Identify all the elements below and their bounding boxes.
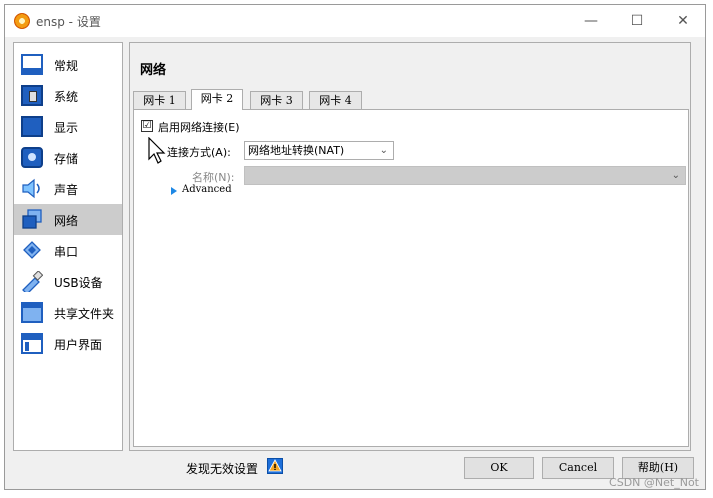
sidebar-item-audio[interactable]: 声音 (14, 173, 122, 204)
close-button[interactable]: ✕ (660, 5, 706, 37)
sidebar-item-serial-ports[interactable]: 串口 (14, 235, 122, 266)
sidebar-item-user-interface[interactable]: 用户界面 (14, 328, 122, 359)
user-interface-icon (21, 333, 43, 354)
maximize-button[interactable]: ☐ (614, 5, 660, 37)
sidebar-item-label: 声音 (54, 183, 79, 197)
sidebar-item-label: 网络 (54, 214, 79, 228)
sidebar-item-usb[interactable]: USB设备 (14, 266, 122, 297)
watermark-text: CSDN @Net_Not (609, 476, 699, 489)
sidebar-item-label: 系统 (54, 90, 79, 104)
enable-network-label: 启用网络连接(E) (158, 121, 240, 134)
ok-button[interactable]: OK (464, 457, 534, 479)
attached-to-select[interactable]: 网络地址转换(NAT) ⌄ (244, 141, 394, 160)
settings-sidebar: 常规 系统 显示 存储 声音 网络 串口 USB设备 共享文件夹 用户界面 (13, 42, 123, 451)
window-title: ensp - 设置 (36, 15, 101, 29)
usb-icon (21, 270, 44, 295)
sidebar-item-shared-folders[interactable]: 共享文件夹 (14, 297, 122, 328)
sidebar-item-label: 常规 (54, 59, 79, 73)
sidebar-item-storage[interactable]: 存储 (14, 142, 122, 173)
page-title: 网络 (140, 63, 167, 78)
display-icon (21, 116, 43, 137)
sidebar-item-system[interactable]: 系统 (14, 80, 122, 111)
attached-to-label: 连接方式(A): (167, 146, 231, 159)
settings-window: ensp - 设置 — ☐ ✕ 常规 系统 显示 存储 声音 网络 串口 USB… (4, 4, 706, 490)
tab-adapter-4[interactable]: 网卡 4 (309, 91, 362, 109)
sidebar-item-general[interactable]: 常规 (14, 49, 122, 80)
mouse-cursor-icon (148, 137, 166, 164)
tab-adapter-3[interactable]: 网卡 3 (250, 91, 303, 109)
expand-arrow-icon[interactable] (171, 187, 177, 195)
name-select[interactable]: ⌄ (244, 166, 686, 185)
sidebar-item-label: 显示 (54, 121, 79, 135)
attached-to-value: 网络地址转换(NAT) (248, 144, 345, 157)
tab-adapter-1[interactable]: 网卡 1 (133, 91, 186, 109)
invalid-settings-label: 发现无效设置 (186, 462, 259, 476)
sidebar-item-label: 用户界面 (54, 338, 103, 352)
app-icon (14, 13, 30, 29)
general-icon (21, 54, 43, 75)
warning-icon[interactable] (267, 458, 283, 474)
system-icon (21, 85, 43, 106)
sidebar-item-label: USB设备 (54, 276, 103, 290)
sidebar-item-label: 共享文件夹 (54, 307, 115, 321)
sidebar-item-label: 存储 (54, 152, 79, 166)
adapter-panel: ☑ 启用网络连接(E) 连接方式(A): 网络地址转换(NAT) ⌄ 名称(N)… (133, 109, 689, 447)
name-label: 名称(N): (192, 171, 235, 184)
storage-icon (21, 147, 43, 168)
shared-folder-icon (21, 302, 43, 323)
settings-content: 网络 网卡 1 网卡 2 网卡 3 网卡 4 ☑ 启用网络连接(E) 连接方式(… (129, 42, 691, 451)
advanced-toggle[interactable]: Advanced (182, 184, 232, 195)
sidebar-item-display[interactable]: 显示 (14, 111, 122, 142)
audio-icon (21, 178, 45, 199)
title-bar: ensp - 设置 — ☐ ✕ (5, 5, 705, 37)
network-icon (21, 209, 43, 230)
serial-port-icon (21, 240, 43, 261)
sidebar-item-label: 串口 (54, 245, 79, 259)
minimize-button[interactable]: — (568, 5, 614, 37)
chevron-down-icon: ⌄ (671, 170, 680, 181)
cancel-button[interactable]: Cancel (542, 457, 614, 479)
sidebar-item-network[interactable]: 网络 (14, 204, 122, 235)
chevron-down-icon: ⌄ (379, 145, 388, 156)
tab-adapter-2[interactable]: 网卡 2 (191, 89, 243, 110)
enable-network-checkbox[interactable]: ☑ (141, 120, 153, 132)
